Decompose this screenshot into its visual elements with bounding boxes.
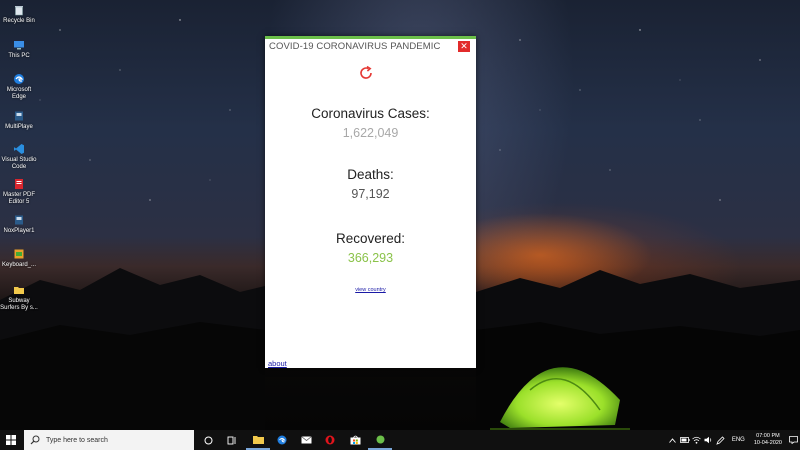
desktop-icon-microsoft-edge[interactable]: Microsoft Edge (0, 73, 38, 101)
taskbar-mail[interactable] (294, 430, 318, 450)
view-country-link[interactable]: view country (265, 287, 476, 293)
glowing-tent (490, 367, 630, 430)
tray-volume[interactable] (704, 430, 714, 450)
chevron-up-icon (669, 437, 677, 443)
edge-browser-icon (277, 435, 287, 445)
app-shortcut-icon (15, 111, 23, 121)
search-icon (30, 435, 40, 445)
desktop-icon-recycle-bin[interactable]: Recycle Bin (0, 4, 38, 25)
file-explorer-icon (252, 435, 264, 444)
language-indicator[interactable]: ENG (732, 437, 745, 443)
desktop-icon-label: Subway Surfers By s... (0, 298, 38, 311)
notification-icon (788, 436, 798, 444)
system-tray: ENG 07:00 PM 10-04-2020 (667, 430, 800, 450)
task-view-icon (227, 436, 236, 444)
pdf-editor-icon (15, 179, 23, 189)
taskbar-edge[interactable] (270, 430, 294, 450)
keyboard-app-icon (14, 249, 24, 259)
taskbar-microsoft-store[interactable] (343, 430, 367, 450)
wifi-icon (692, 436, 702, 444)
desktop-icon-visual-studio-code[interactable]: Visual Studio Code (0, 143, 38, 171)
deaths-label: Deaths: (347, 167, 394, 182)
pen-icon (716, 435, 725, 445)
cases-value: 1,622,049 (342, 126, 399, 140)
start-button[interactable] (0, 430, 22, 450)
desktop-icon-keyboard[interactable]: Keyboard_... (0, 248, 38, 269)
store-bag-icon (350, 435, 360, 445)
search-placeholder: Type here to search (46, 436, 108, 444)
clock-date: 10-04-2020 (753, 440, 782, 446)
tray-battery[interactable] (679, 430, 690, 450)
taskbar-opera[interactable] (318, 430, 342, 450)
speaker-icon (704, 436, 712, 444)
folder-icon (14, 287, 24, 294)
taskbar-covid-widget-app[interactable] (368, 430, 392, 450)
battery-icon (679, 437, 690, 443)
windows-logo-icon (6, 435, 16, 445)
tray-pen[interactable] (716, 430, 726, 450)
app-shortcut-icon (15, 215, 23, 225)
desktop-icon-subway-surfers[interactable]: Subway Surfers By s... (0, 284, 38, 312)
widget-title: COVID-19 CORONAVIRUS PANDEMIC (269, 41, 441, 52)
desktop-icon-label: Recycle Bin (3, 18, 35, 24)
desktop-icon-master-pdf-editor[interactable]: Master PDF Editor 5 (0, 178, 38, 206)
cortana-circle-icon (204, 436, 212, 444)
desktop-icon-noxplayer[interactable]: NoxPlayer1 (0, 214, 38, 235)
desktop-icon-this-pc[interactable]: This PC (0, 39, 38, 60)
desktop-icon-label: Master PDF Editor 5 (2, 192, 35, 205)
desktop-icon-label: Visual Studio Code (1, 157, 37, 170)
taskbar-search-box[interactable]: Type here to search (24, 430, 194, 450)
green-dot-app-icon (376, 435, 384, 443)
desktop-icon-label: MultiPlaye (5, 124, 33, 130)
vscode-icon (14, 144, 24, 154)
mail-icon (300, 436, 312, 444)
refresh-icon[interactable] (358, 65, 374, 81)
close-button[interactable]: ✕ (458, 41, 470, 52)
recovered-label: Recovered: (335, 231, 406, 246)
recycle-bin-icon (15, 6, 23, 16)
clock[interactable]: 07:00 PM 10-04-2020 (754, 433, 782, 447)
cases-label: Coronavirus Cases: (311, 106, 430, 121)
action-center-button[interactable] (786, 430, 800, 450)
clock-time: 07:00 PM (756, 433, 780, 439)
about-link[interactable]: about (268, 359, 287, 368)
edge-browser-icon (14, 74, 24, 84)
desktop-icon-multiplaye[interactable]: MultiPlaye (0, 110, 38, 131)
covid-widget-window: COVID-19 CORONAVIRUS PANDEMIC ✕ Coronavi… (265, 36, 476, 368)
recovered-value: 366,293 (347, 251, 394, 265)
desktop-icon-label: Microsoft Edge (6, 87, 32, 100)
desktop-icon-label: Keyboard_... (1, 262, 37, 268)
tray-overflow-button[interactable] (668, 430, 678, 450)
opera-browser-icon (325, 435, 335, 445)
tray-network[interactable] (692, 430, 702, 450)
desktop-icon-label: This PC (8, 53, 30, 59)
taskbar: Type here to search ENG 07:00 PM 10-04-2… (0, 430, 800, 450)
computer-icon (14, 41, 24, 50)
cortana-button[interactable] (196, 430, 220, 450)
desktop-icon-label: NoxPlayer1 (3, 228, 35, 234)
taskbar-file-explorer[interactable] (246, 430, 270, 450)
deaths-value: 97,192 (351, 187, 390, 201)
task-view-button[interactable] (220, 430, 244, 450)
